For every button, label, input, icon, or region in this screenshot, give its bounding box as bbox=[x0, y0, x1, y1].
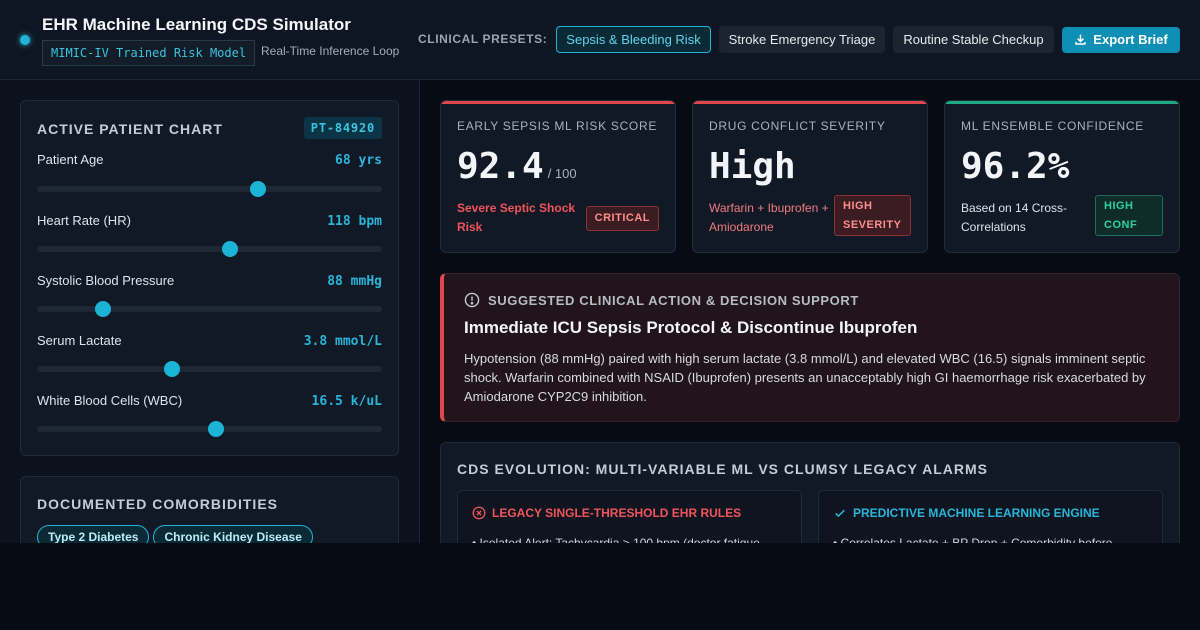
drug-conflict-value: High bbox=[709, 146, 796, 187]
slider-thumb[interactable] bbox=[163, 361, 180, 377]
patient-id-badge: PT-84920 bbox=[303, 117, 382, 139]
alert-circle-icon bbox=[464, 292, 480, 308]
clinical-action-card: SUGGESTED CLINICAL ACTION & DECISION SUP… bbox=[440, 273, 1180, 422]
x-circle-icon bbox=[472, 506, 486, 520]
left-panel: ACTIVE PATIENT CHART PT-84920 Patient Ag… bbox=[0, 80, 420, 543]
active-patient-chart-card: ACTIVE PATIENT CHART PT-84920 Patient Ag… bbox=[20, 100, 399, 456]
ml-confidence-card: ML ENSEMBLE CONFIDENCE 96.2% Based on 14… bbox=[944, 100, 1180, 253]
vital-value-age: 68 yrs bbox=[335, 153, 382, 168]
inference-loop-label: Real-Time Inference Loop bbox=[261, 44, 400, 58]
slider-serum-lactate[interactable] bbox=[37, 361, 382, 377]
slider-heart-rate[interactable] bbox=[37, 241, 382, 257]
legacy-rules-title: LEGACY SINGLE-THRESHOLD EHR RULES bbox=[492, 506, 742, 520]
drug-conflict-card: DRUG CONFLICT SEVERITY High Warfarin + I… bbox=[692, 100, 928, 253]
slider-systolic-bp[interactable] bbox=[37, 301, 382, 317]
card-accent-bar bbox=[441, 101, 675, 104]
comorbidity-chip[interactable]: Chronic Kidney Disease bbox=[153, 525, 313, 543]
metric-note: Warfarin + Ibuprofen + Amiodarone bbox=[709, 201, 829, 234]
export-brief-button[interactable]: Export Brief bbox=[1062, 27, 1180, 53]
download-icon bbox=[1075, 34, 1086, 45]
status-indicator-dot bbox=[20, 35, 30, 45]
metric-value-suffix: / 100 bbox=[547, 166, 577, 181]
check-icon bbox=[835, 509, 845, 518]
clinical-presets-label: CLINICAL PRESETS: bbox=[418, 32, 548, 46]
vital-label-serum-lactate: Serum Lactate bbox=[37, 333, 122, 348]
sepsis-risk-score-value: 92.4/ 100 bbox=[457, 146, 577, 187]
app-header: EHR Machine Learning CDS Simulator MIMIC… bbox=[0, 0, 1200, 80]
high-confidence-badge: HIGH CONF bbox=[1095, 195, 1163, 236]
slider-wbc[interactable] bbox=[37, 421, 382, 437]
vital-value-heart-rate: 118 bpm bbox=[327, 214, 382, 229]
patient-chart-title: ACTIVE PATIENT CHART bbox=[37, 121, 223, 137]
clinical-action-title: Immediate ICU Sepsis Protocol & Disconti… bbox=[464, 318, 918, 337]
metric-note: Based on 14 Cross-Correlations bbox=[961, 201, 1068, 234]
slider-age[interactable] bbox=[37, 181, 382, 197]
metric-title: DRUG CONFLICT SEVERITY bbox=[709, 119, 886, 133]
preset-sepsis-bleeding-button[interactable]: Sepsis & Bleeding Risk bbox=[556, 26, 711, 53]
viewport-bottom-area bbox=[0, 543, 1200, 630]
comorbidities-card: DOCUMENTED COMORBIDITIES Type 2 Diabetes… bbox=[20, 476, 399, 543]
metric-title: ML ENSEMBLE CONFIDENCE bbox=[961, 119, 1144, 133]
ml-engine-title: PREDICTIVE MACHINE LEARNING ENGINE bbox=[853, 506, 1100, 520]
export-brief-label: Export Brief bbox=[1093, 32, 1168, 47]
vital-value-serum-lactate: 3.8 mmol/L bbox=[303, 334, 382, 349]
slider-thumb[interactable] bbox=[249, 181, 266, 197]
vital-label-systolic-bp: Systolic Blood Pressure bbox=[37, 273, 175, 288]
model-badge: MIMIC-IV Trained Risk Model bbox=[42, 40, 256, 66]
slider-thumb[interactable] bbox=[208, 421, 225, 437]
vital-value-systolic-bp: 88 mmHg bbox=[327, 274, 382, 289]
high-severity-badge: HIGH SEVERITY bbox=[834, 195, 911, 236]
slider-thumb[interactable] bbox=[94, 301, 111, 317]
ml-engine-heading: PREDICTIVE MACHINE LEARNING ENGINE bbox=[833, 506, 1100, 520]
cds-evolution-title: CDS EVOLUTION: MULTI-VARIABLE ML VS CLUM… bbox=[457, 461, 988, 477]
comorbidity-chip[interactable]: Type 2 Diabetes bbox=[37, 525, 150, 543]
app-title: EHR Machine Learning CDS Simulator bbox=[42, 15, 351, 34]
vital-value-wbc: 16.5 k/uL bbox=[311, 394, 382, 409]
clinical-action-heading: SUGGESTED CLINICAL ACTION & DECISION SUP… bbox=[464, 292, 859, 308]
vital-label-age: Patient Age bbox=[37, 152, 104, 167]
ml-confidence-value: 96.2% bbox=[961, 146, 1069, 187]
metric-value-number: 96.2% bbox=[961, 146, 1070, 187]
card-accent-bar bbox=[945, 101, 1179, 104]
metric-title: EARLY SEPSIS ML RISK SCORE bbox=[457, 119, 658, 133]
metric-value-number: 92.4 bbox=[457, 146, 544, 187]
vital-label-heart-rate: Heart Rate (HR) bbox=[37, 213, 131, 228]
metric-note: Severe Septic Shock Risk bbox=[457, 201, 576, 234]
critical-status-badge: CRITICAL bbox=[585, 206, 659, 231]
preset-routine-checkup-button[interactable]: Routine Stable Checkup bbox=[893, 26, 1054, 53]
metric-value-number: High bbox=[709, 146, 796, 187]
slider-thumb[interactable] bbox=[222, 241, 239, 257]
comorbidity-chip-list: Type 2 Diabetes Chronic Kidney Disease bbox=[37, 525, 317, 543]
sepsis-risk-score-card: EARLY SEPSIS ML RISK SCORE 92.4/ 100 Sev… bbox=[440, 100, 676, 253]
clinical-action-body: Hypotension (88 mmHg) paired with high s… bbox=[464, 351, 1146, 404]
card-accent-bar bbox=[693, 101, 927, 104]
preset-stroke-triage-button[interactable]: Stroke Emergency Triage bbox=[719, 26, 885, 53]
vital-label-wbc: White Blood Cells (WBC) bbox=[37, 393, 183, 408]
clinical-action-heading-label: SUGGESTED CLINICAL ACTION & DECISION SUP… bbox=[488, 293, 859, 308]
legacy-rules-heading: LEGACY SINGLE-THRESHOLD EHR RULES bbox=[472, 506, 741, 520]
comorbidities-title: DOCUMENTED COMORBIDITIES bbox=[37, 496, 278, 512]
